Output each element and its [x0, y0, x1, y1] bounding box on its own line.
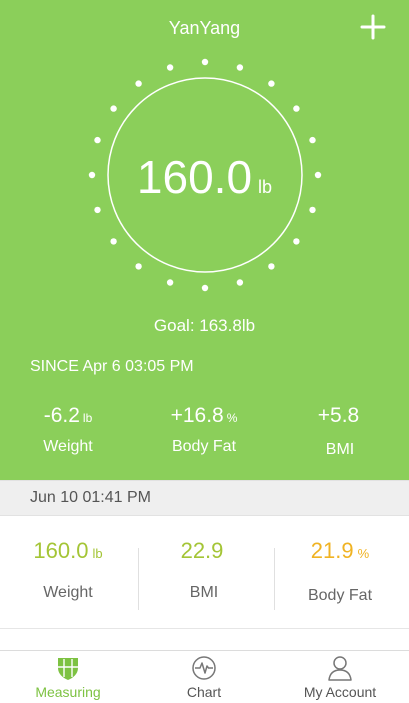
record-bmi-value: 22.9 [180, 538, 224, 563]
dial-dot [94, 206, 101, 214]
weight-change-label: Weight [43, 438, 93, 455]
record-weight: 160.0 lb Weight [0, 516, 136, 628]
pulse-icon [191, 655, 217, 681]
record-date: Jun 10 01:41 PM [30, 489, 151, 506]
tab-measuring[interactable]: Measuring [0, 651, 136, 703]
dial-dot [201, 284, 209, 292]
record-bmi: 22.9 BMI [136, 516, 272, 628]
record-body-fat-unit: % [357, 546, 370, 561]
tab-measuring-label: Measuring [35, 684, 101, 700]
record-card[interactable]: 160.0 lb Weight 22.9 BMI 21.9% Body Fat [0, 516, 409, 629]
dial-dot [268, 263, 275, 270]
weight-change: -6.2 lb Weight [0, 404, 136, 456]
record-body-fat: 21.9% Body Fat [272, 516, 408, 628]
record-weight-unit: lb [92, 546, 103, 561]
body-fat-change-value: +16.8 [170, 404, 224, 427]
record-body-fat-line: 21.9% [272, 538, 408, 564]
shield-icon [55, 655, 81, 681]
record-body-fat-label: Body Fat [307, 587, 373, 604]
current-weight: 160.0 lb [0, 150, 409, 204]
tab-chart[interactable]: Chart [136, 651, 272, 703]
dial-dot [309, 136, 316, 144]
dial-dot [201, 58, 209, 66]
dial-dot [236, 64, 244, 71]
record-weight-label: Weight [43, 584, 93, 601]
record-weight-line: 160.0 lb [0, 538, 136, 564]
tab-my-account-label: My Account [303, 684, 377, 700]
body-fat-change-label: Body Fat [171, 438, 237, 455]
dial-dot [268, 80, 275, 87]
tab-chart-label: Chart [186, 684, 222, 700]
dial-dot [293, 105, 300, 112]
record-body-fat-value: 21.9 [310, 538, 354, 563]
bmi-change: +5.8 BMI [272, 404, 408, 459]
record-bmi-line: 22.9 [136, 538, 272, 564]
dial-dot [135, 263, 142, 270]
bmi-change-label: BMI [325, 441, 355, 458]
dial-dot [293, 238, 300, 245]
tab-my-account[interactable]: My Account [272, 651, 408, 703]
current-weight-unit: lb [258, 177, 273, 197]
record-date-bar: Jun 10 01:41 PM [0, 480, 409, 516]
dial-dot [110, 105, 117, 112]
weight-change-value: -6.2 [43, 404, 80, 427]
dial-dot [236, 279, 244, 286]
since-text: SINCE Apr 6 03:05 PM [30, 358, 194, 375]
body-fat-change: +16.8% Body Fat [136, 404, 272, 456]
bmi-change-value: +5.8 [317, 404, 360, 427]
body-fat-change-unit: % [226, 411, 238, 425]
record-bmi-label: BMI [189, 584, 219, 601]
header-panel: YanYang 160.0 lb Goal: 163.8lb SINCE Apr … [0, 0, 409, 480]
dial-dot [166, 64, 174, 71]
dial-dot [166, 279, 174, 286]
record-weight-value: 160.0 [33, 538, 89, 563]
dial-dot [135, 80, 142, 87]
current-weight-value: 160.0 [136, 151, 253, 203]
user-icon [327, 655, 353, 681]
dial-dot [309, 206, 316, 214]
dial-dot [110, 238, 117, 245]
goal-text: Goal: 163.8lb [153, 316, 256, 335]
dial-dot [94, 136, 101, 144]
weight-change-unit: lb [82, 411, 93, 425]
bottom-tab-bar: Measuring Chart My Account [0, 650, 409, 703]
